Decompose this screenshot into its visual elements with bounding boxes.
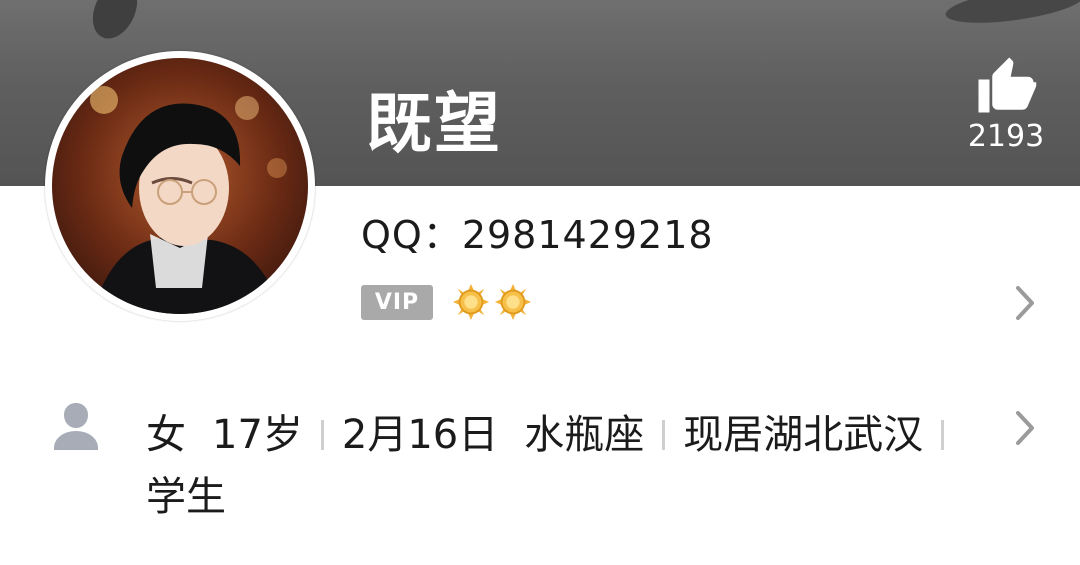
separator	[662, 420, 666, 450]
like-count: 2193	[967, 119, 1045, 154]
profile-details[interactable]: 女 17岁 2月16日 水瓶座 现居湖北武汉 学生	[146, 404, 996, 528]
thumbs-up-icon	[978, 57, 1037, 113]
cover-shadow	[84, 0, 146, 46]
location-text: 现居湖北武汉	[683, 412, 924, 458]
sun-icon	[494, 283, 532, 321]
age-text: 17岁	[212, 412, 303, 458]
avatar-image	[52, 58, 308, 314]
vip-badge[interactable]: VIP	[361, 285, 433, 320]
person-icon	[54, 403, 98, 450]
birthday-text: 2月16日	[341, 412, 499, 458]
occupation-text: 学生	[146, 474, 226, 520]
avatar[interactable]	[45, 51, 315, 321]
qq-number[interactable]: QQ：2981429218	[361, 212, 714, 258]
zodiac-text: 水瓶座	[524, 412, 645, 458]
chevron-right-icon[interactable]	[1013, 283, 1037, 323]
separator	[941, 420, 945, 450]
gender-text: 女	[146, 412, 186, 458]
sun-icon	[452, 283, 490, 321]
like-button[interactable]: 2193	[960, 52, 1052, 170]
nickname: 既望	[366, 85, 502, 162]
separator	[320, 420, 324, 450]
chevron-right-icon[interactable]	[1013, 408, 1037, 448]
cover-shadow	[943, 0, 1080, 30]
